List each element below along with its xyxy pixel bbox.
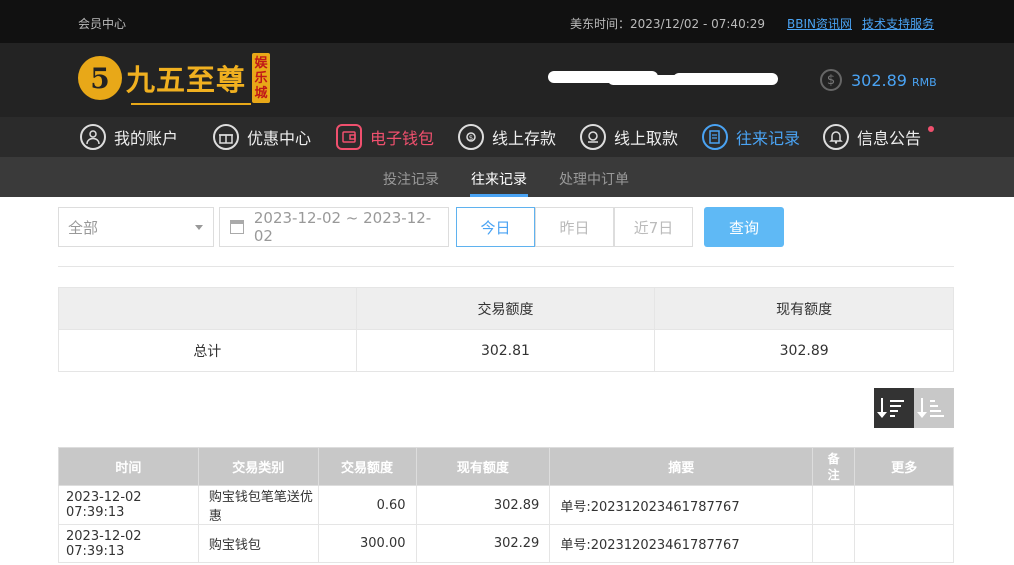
cell-summary: 单号:202312023461787767 xyxy=(549,485,814,525)
date-range-value: 2023-12-02 ~ 2023-12-02 xyxy=(253,209,432,245)
nav-label: 往来记录 xyxy=(736,129,801,148)
nav-label: 优惠中心 xyxy=(247,129,312,148)
nav-e-wallet[interactable]: 电子钱包 xyxy=(336,124,434,150)
nav-online-deposit[interactable]: $ 线上存款 xyxy=(458,124,556,150)
nav-label: 我的账户 xyxy=(114,129,179,148)
logo-text: 九五至尊 xyxy=(126,63,247,97)
cell-summary: 单号:202312023461787767 xyxy=(549,524,814,563)
table-row: 2023-12-02 07:39:13 购宝钱包 300.00 302.29 单… xyxy=(58,524,954,563)
nav-transaction-records[interactable]: 往来记录 xyxy=(702,124,800,150)
col-header-type[interactable]: 交易类别 xyxy=(197,447,319,486)
sort-asc-button[interactable] xyxy=(914,388,954,428)
logo-sub-char: 城 xyxy=(254,85,268,101)
last-7-days-button[interactable]: 近7日 xyxy=(614,207,693,247)
nav-my-account[interactable]: 我的账户 xyxy=(80,124,178,150)
record-icon xyxy=(702,124,728,150)
col-header-remark[interactable]: 备注 xyxy=(812,447,856,486)
user-icon xyxy=(80,124,106,150)
member-center-link[interactable]: 会员中心 xyxy=(78,15,126,32)
cell-remark xyxy=(812,524,856,563)
cell-type: 购宝钱包 xyxy=(197,524,319,563)
nav-label: 电子钱包 xyxy=(370,129,435,148)
cell-time: 2023-12-02 07:39:13 xyxy=(58,524,199,563)
logo-decoration xyxy=(131,103,251,105)
coin-icon: $ xyxy=(820,69,842,91)
top-bar: 会员中心 美东时间：2023/12/02 - 07:40:29 BBIN资讯网 … xyxy=(0,0,1014,43)
bbin-news-link[interactable]: BBIN资讯网 xyxy=(787,15,852,32)
tech-support-link[interactable]: 技术支持服务 xyxy=(862,15,934,32)
nav-announcements[interactable]: 信息公告 xyxy=(823,124,921,150)
cell-amount: 300.00 xyxy=(317,524,417,563)
col-header-more[interactable]: 更多 xyxy=(854,447,954,486)
nav-online-withdraw[interactable]: 线上取款 xyxy=(580,124,678,150)
nav-label: 线上存款 xyxy=(492,129,557,148)
nav-label: 信息公告 xyxy=(857,129,922,148)
category-value: 全部 xyxy=(68,218,99,237)
col-header-summary[interactable]: 摘要 xyxy=(549,447,814,486)
cell-type: 购宝钱包笔笔送优惠 xyxy=(197,485,319,525)
account-balance: $ 302.89 RMB xyxy=(820,69,937,91)
tab-pending-orders[interactable]: 处理中订单 xyxy=(559,169,629,189)
cell-balance: 302.29 xyxy=(415,524,551,563)
cell-time: 2023-12-02 07:39:13 xyxy=(58,485,199,525)
tab-transaction-records[interactable]: 往来记录 xyxy=(471,169,527,189)
cell-balance: 302.89 xyxy=(415,485,551,525)
cell-amount: 0.60 xyxy=(317,485,417,525)
today-button[interactable]: 今日 xyxy=(456,207,535,247)
bell-icon xyxy=(823,124,849,150)
gift-icon xyxy=(213,124,239,150)
cell-remark xyxy=(812,485,856,525)
main-nav: 我的账户 优惠中心 电子钱包 $ 线上存款 线上取款 往来记录 信息公告 xyxy=(0,117,1014,157)
cell-more[interactable] xyxy=(854,485,954,525)
summary-table: 交易额度 现有额度 总计 302.81 302.89 xyxy=(58,287,954,372)
summary-header: 现有额度 xyxy=(654,287,954,330)
cell-more[interactable] xyxy=(854,524,954,563)
category-select[interactable]: 全部 xyxy=(58,207,214,247)
summary-current-balance: 302.89 xyxy=(654,329,954,372)
sort-desc-icon xyxy=(877,398,907,418)
logo-sub-char: 娱 xyxy=(254,55,268,71)
divider xyxy=(58,266,954,267)
svg-text:$: $ xyxy=(469,134,473,142)
summary-header xyxy=(58,287,357,330)
summary-total-label: 总计 xyxy=(58,329,357,372)
site-header: 5 九五至尊 娱 乐 城 $ 302.89 RMB xyxy=(0,43,1014,117)
date-range-input[interactable]: 2023-12-02 ~ 2023-12-02 xyxy=(219,207,449,247)
logo-mark: 5 xyxy=(78,56,122,100)
search-button[interactable]: 查询 xyxy=(704,207,784,247)
sub-nav: 投注记录 往来记录 处理中订单 xyxy=(0,157,1014,197)
table-row: 2023-12-02 07:39:13 购宝钱包笔笔送优惠 0.60 302.8… xyxy=(58,485,954,525)
wallet-icon xyxy=(336,124,362,150)
logo-subtitle: 娱 乐 城 xyxy=(252,53,271,103)
redacted-username xyxy=(548,69,778,87)
summary-transaction-amount: 302.81 xyxy=(355,329,656,372)
yesterday-button[interactable]: 昨日 xyxy=(535,207,614,247)
active-tab-underline xyxy=(470,194,528,197)
tab-bet-records[interactable]: 投注记录 xyxy=(383,169,439,189)
records-table: 时间 交易类别 交易额度 现有额度 摘要 备注 更多 2023-12-02 07… xyxy=(58,447,954,563)
calendar-icon xyxy=(230,220,244,234)
sort-desc-button[interactable] xyxy=(874,388,914,428)
nav-promotions[interactable]: 优惠中心 xyxy=(213,124,311,150)
col-header-balance[interactable]: 现有额度 xyxy=(415,447,551,486)
col-header-amount[interactable]: 交易额度 xyxy=(317,447,417,486)
nav-label: 线上取款 xyxy=(614,129,679,148)
site-logo[interactable]: 5 九五至尊 娱 乐 城 xyxy=(78,53,271,103)
sort-asc-icon xyxy=(917,398,947,418)
balance-amount: 302.89 xyxy=(851,70,907,90)
logo-sub-char: 乐 xyxy=(254,70,268,86)
deposit-icon: $ xyxy=(458,124,484,150)
withdraw-icon xyxy=(580,124,606,150)
chevron-down-icon xyxy=(195,225,203,230)
col-header-time[interactable]: 时间 xyxy=(58,447,199,486)
summary-header: 交易额度 xyxy=(355,287,656,330)
balance-currency: RMB xyxy=(911,75,937,89)
eastern-time-label: 美东时间：2023/12/02 - 07:40:29 xyxy=(570,17,766,31)
notification-dot xyxy=(928,126,934,132)
